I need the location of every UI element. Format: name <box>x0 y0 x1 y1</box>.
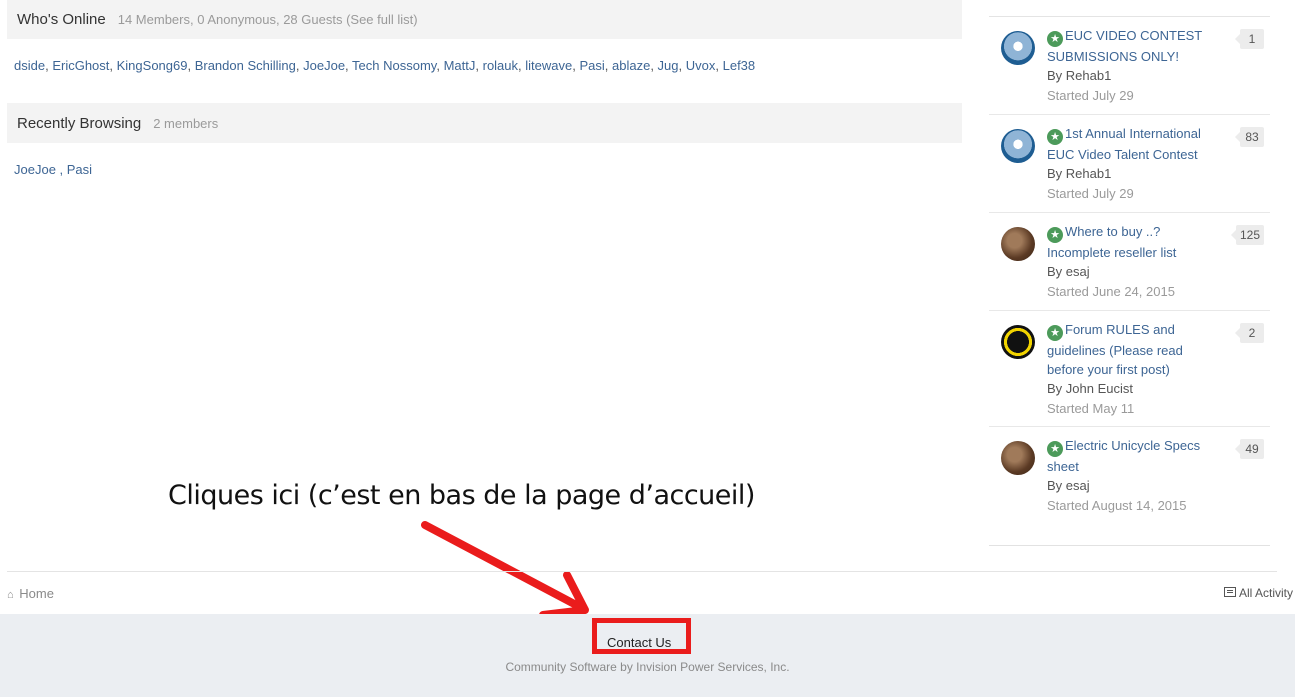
by-label: By <box>1047 381 1063 396</box>
topic-started: Started August 14, 2015 <box>1047 498 1187 513</box>
topic-body: ★ Where to buy ..? Incomplete reseller li… <box>1047 222 1217 301</box>
topic-author: By Rehab1 <box>1047 164 1217 183</box>
whos-online-title: Who's Online <box>17 11 106 28</box>
star-icon: ★ <box>1047 441 1063 457</box>
member-link[interactable]: JoeJoe <box>303 58 345 73</box>
activity-icon <box>1223 587 1236 597</box>
member-link[interactable]: Tech Nossomy <box>352 58 436 73</box>
member-link[interactable]: Jug <box>658 58 679 73</box>
topic-item: ★ Electric Unicycle Specs sheet By esaj S… <box>989 427 1270 524</box>
topic-title[interactable]: ★ Forum RULES and guidelines (Please read… <box>1047 320 1217 379</box>
topic-body: ★ 1st Annual International EUC Video Tale… <box>1047 124 1217 203</box>
annotation-text: Cliques ici (c’est en bas de la page d’a… <box>168 480 755 511</box>
member-link[interactable]: Uvox <box>686 58 716 73</box>
topic-author: By Rehab1 <box>1047 66 1217 85</box>
topic-item: ★ Where to buy ..? Incomplete reseller li… <box>989 213 1270 311</box>
author-link[interactable]: esaj <box>1066 264 1090 279</box>
avatar[interactable] <box>1001 441 1035 475</box>
contact-us-link[interactable]: Contact Us <box>607 635 671 650</box>
member-link[interactable]: MattJ <box>444 58 476 73</box>
author-link[interactable]: John Eucist <box>1066 381 1133 396</box>
by-label: By <box>1047 166 1063 181</box>
avatar[interactable] <box>1001 227 1035 261</box>
member-link[interactable]: Brandon Schilling <box>195 58 296 73</box>
member-link[interactable]: JoeJoe <box>14 162 56 177</box>
star-icon: ★ <box>1047 325 1063 341</box>
topic-body: ★ EUC VIDEO CONTEST SUBMISSIONS ONLY! By … <box>1047 26 1217 105</box>
avatar[interactable] <box>1001 129 1035 163</box>
all-activity-link[interactable]: All Activity <box>1223 586 1293 600</box>
pinned-topics-sidebar: ★ EUC VIDEO CONTEST SUBMISSIONS ONLY! By … <box>989 0 1270 546</box>
member-link[interactable]: litewave <box>525 58 572 73</box>
author-link[interactable]: Rehab1 <box>1066 166 1112 181</box>
topic-author: By esaj <box>1047 262 1217 281</box>
reply-count-badge: 125 <box>1230 225 1264 245</box>
topic-author: By John Eucist <box>1047 379 1217 398</box>
topic-title[interactable]: ★ 1st Annual International EUC Video Tale… <box>1047 124 1217 164</box>
topic-started: Started July 29 <box>1047 88 1134 103</box>
topic-title-text[interactable]: EUC VIDEO CONTEST SUBMISSIONS ONLY! <box>1047 28 1202 64</box>
topic-body: ★ Forum RULES and guidelines (Please read… <box>1047 320 1217 418</box>
topic-body: ★ Electric Unicycle Specs sheet By esaj S… <box>1047 436 1217 515</box>
topic-title-text[interactable]: Where to buy ..? Incomplete reseller lis… <box>1047 224 1176 260</box>
by-label: By <box>1047 478 1063 493</box>
reply-count-badge: 83 <box>1235 127 1264 147</box>
recently-browsing-header: Recently Browsing 2 members <box>7 103 962 143</box>
divider <box>7 571 1277 572</box>
topic-item: ★ 1st Annual International EUC Video Tale… <box>989 115 1270 213</box>
star-icon: ★ <box>1047 129 1063 145</box>
member-link[interactable]: dside <box>14 58 45 73</box>
reply-count-badge: 1 <box>1235 29 1264 49</box>
topic-item: ★ Forum RULES and guidelines (Please read… <box>989 311 1270 427</box>
member-link[interactable]: KingSong69 <box>117 58 188 73</box>
author-link[interactable]: Rehab1 <box>1066 68 1112 83</box>
topic-started: Started July 29 <box>1047 186 1134 201</box>
member-link[interactable]: Pasi <box>67 162 92 177</box>
star-icon: ★ <box>1047 227 1063 243</box>
recently-browsing-list: JoeJoe , Pasi <box>14 162 93 177</box>
all-activity-label: All Activity <box>1238 586 1293 600</box>
whos-online-header: Who's Online 14 Members, 0 Anonymous, 28… <box>7 0 962 39</box>
topic-author: By esaj <box>1047 476 1217 495</box>
topic-title[interactable]: ★ Electric Unicycle Specs sheet <box>1047 436 1217 476</box>
home-icon: ⌂ <box>7 589 14 601</box>
breadcrumb-home[interactable]: ⌂ Home <box>7 586 54 601</box>
breadcrumb-home-label: Home <box>19 586 54 601</box>
recently-browsing-title: Recently Browsing <box>17 114 142 132</box>
by-label: By <box>1047 68 1063 83</box>
online-members-list: dside, EricGhost, KingSong69, Brandon Sc… <box>14 58 756 73</box>
topic-item: ★ EUC VIDEO CONTEST SUBMISSIONS ONLY! By … <box>989 17 1270 115</box>
topic-title-text[interactable]: 1st Annual International EUC Video Talen… <box>1047 126 1201 162</box>
topic-title-text[interactable]: Forum RULES and guidelines (Please read … <box>1047 322 1183 377</box>
avatar[interactable] <box>1001 31 1035 65</box>
avatar[interactable] <box>1001 325 1035 359</box>
main-column: Who's Online 14 Members, 0 Anonymous, 28… <box>7 0 962 177</box>
copyright-text: Community Software by Invision Power Ser… <box>505 660 790 674</box>
member-link[interactable]: Pasi <box>579 58 604 73</box>
reply-count-badge: 2 <box>1235 323 1264 343</box>
topic-started: Started May 11 <box>1047 401 1135 416</box>
topic-started: Started June 24, 2015 <box>1047 284 1175 299</box>
annotation-arrow-icon <box>421 521 589 619</box>
by-label: By <box>1047 264 1063 279</box>
site-footer: Contact Us Community Software by Invisio… <box>0 614 1295 697</box>
star-icon: ★ <box>1047 31 1063 47</box>
reply-count-badge: 49 <box>1235 439 1264 459</box>
recently-browsing-meta: 2 members <box>153 115 219 131</box>
member-link[interactable]: EricGhost <box>52 58 109 73</box>
member-link[interactable]: Lef38 <box>723 58 756 73</box>
whos-online-meta[interactable]: 14 Members, 0 Anonymous, 28 Guests (See … <box>118 12 418 27</box>
topic-title-text[interactable]: Electric Unicycle Specs sheet <box>1047 438 1200 474</box>
author-link[interactable]: esaj <box>1066 478 1090 493</box>
member-link[interactable]: rolauk <box>483 58 518 73</box>
member-link[interactable]: ablaze <box>612 58 650 73</box>
topic-title[interactable]: ★ EUC VIDEO CONTEST SUBMISSIONS ONLY! <box>1047 26 1217 66</box>
topic-title[interactable]: ★ Where to buy ..? Incomplete reseller li… <box>1047 222 1217 262</box>
